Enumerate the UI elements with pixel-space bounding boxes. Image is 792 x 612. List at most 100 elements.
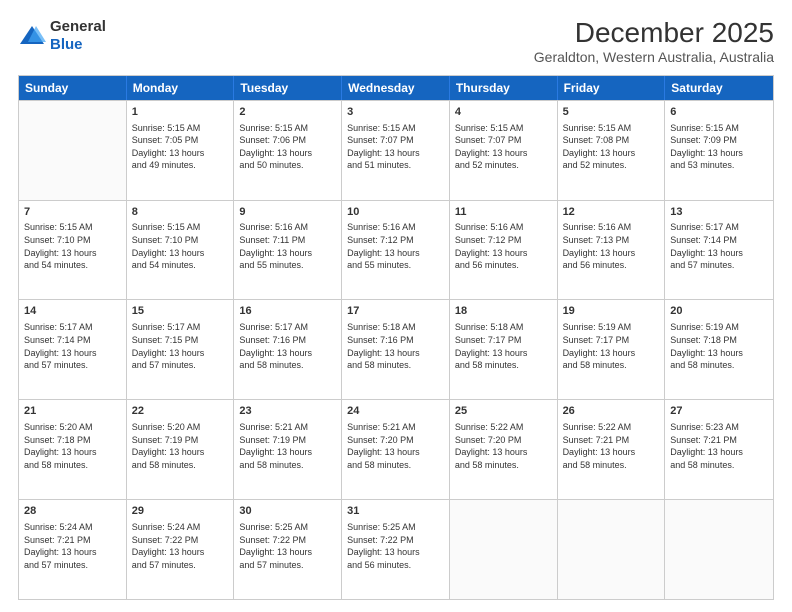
cell-info: Sunrise: 5:18 AMSunset: 7:17 PMDaylight:… bbox=[455, 321, 552, 371]
day-number: 18 bbox=[455, 304, 552, 319]
day-30: 30 Sunrise: 5:25 AMSunset: 7:22 PMDayligh… bbox=[234, 500, 342, 599]
day-31: 31 Sunrise: 5:25 AMSunset: 7:22 PMDayligh… bbox=[342, 500, 450, 599]
day-29: 29Sunrise: 5:24 AMSunset: 7:22 PMDayligh… bbox=[127, 500, 235, 599]
day-27: 27Sunrise: 5:23 AMSunset: 7:21 PMDayligh… bbox=[665, 400, 773, 499]
day-number: 11 bbox=[455, 205, 552, 220]
logo-icon bbox=[18, 22, 46, 50]
day-number: 5 bbox=[563, 105, 660, 120]
day-22: 22 Sunrise: 5:20 AMSunset: 7:19 PMDayligh… bbox=[127, 400, 235, 499]
day-number: 3 bbox=[347, 105, 444, 120]
day-28: 28Sunrise: 5:24 AMSunset: 7:21 PMDayligh… bbox=[19, 500, 127, 599]
day-number: 21 bbox=[24, 404, 121, 419]
cell-info: Sunrise: 5:15 AMSunset: 7:09 PMDaylight:… bbox=[670, 122, 768, 172]
logo-blue: Blue bbox=[50, 36, 106, 54]
cell-info: Sunrise: 5:15 AMSunset: 7:07 PMDaylight:… bbox=[455, 122, 552, 172]
day-number: 20 bbox=[670, 304, 768, 319]
cell-info: Sunrise: 5:16 AMSunset: 7:12 PMDaylight:… bbox=[347, 221, 444, 271]
cell-info: Sunrise: 5:17 AMSunset: 7:14 PMDaylight:… bbox=[24, 321, 121, 371]
day-number: 16 bbox=[239, 304, 336, 319]
week-row-4: 21 Sunrise: 5:20 AMSunset: 7:18 PMDayligh… bbox=[19, 399, 773, 499]
cell-info: Sunrise: 5:16 AMSunset: 7:13 PMDaylight:… bbox=[563, 221, 660, 271]
day-4: 4 Sunrise: 5:15 AMSunset: 7:07 PMDaylight… bbox=[450, 101, 558, 200]
day-21: 21 Sunrise: 5:20 AMSunset: 7:18 PMDayligh… bbox=[19, 400, 127, 499]
day-11: 11Sunrise: 5:16 AMSunset: 7:12 PMDayligh… bbox=[450, 201, 558, 300]
cell-info: Sunrise: 5:17 AMSunset: 7:14 PMDaylight:… bbox=[670, 221, 768, 271]
day-8: 8Sunrise: 5:15 AMSunset: 7:10 PMDaylight… bbox=[127, 201, 235, 300]
day-number: 14 bbox=[24, 304, 121, 319]
cell-info: Sunrise: 5:22 AMSunset: 7:21 PMDaylight:… bbox=[563, 421, 660, 471]
calendar-header: SundayMondayTuesdayWednesdayThursdayFrid… bbox=[19, 76, 773, 100]
cell-info: Sunrise: 5:15 AMSunset: 7:10 PMDaylight:… bbox=[132, 221, 229, 271]
cell-info: Sunrise: 5:16 AMSunset: 7:12 PMDaylight:… bbox=[455, 221, 552, 271]
day-number: 24 bbox=[347, 404, 444, 419]
header-tuesday: Tuesday bbox=[234, 76, 342, 100]
cell-info: Sunrise: 5:15 AMSunset: 7:10 PMDaylight:… bbox=[24, 221, 121, 271]
day-number: 25 bbox=[455, 404, 552, 419]
cell-info: Sunrise: 5:17 AMSunset: 7:15 PMDaylight:… bbox=[132, 321, 229, 371]
page: General Blue December 2025 Geraldton, We… bbox=[0, 0, 792, 612]
header: General Blue December 2025 Geraldton, We… bbox=[18, 18, 774, 65]
day-24: 24 Sunrise: 5:21 AMSunset: 7:20 PMDayligh… bbox=[342, 400, 450, 499]
cell-info: Sunrise: 5:21 AMSunset: 7:20 PMDaylight:… bbox=[347, 421, 444, 471]
day-10: 10Sunrise: 5:16 AMSunset: 7:12 PMDayligh… bbox=[342, 201, 450, 300]
day-number: 8 bbox=[132, 205, 229, 220]
cell-info: Sunrise: 5:20 AMSunset: 7:18 PMDaylight:… bbox=[24, 421, 121, 471]
day-number: 1 bbox=[132, 105, 229, 120]
empty-cell bbox=[665, 500, 773, 599]
day-15: 15Sunrise: 5:17 AMSunset: 7:15 PMDayligh… bbox=[127, 300, 235, 399]
day-number: 26 bbox=[563, 404, 660, 419]
day-number: 27 bbox=[670, 404, 768, 419]
header-thursday: Thursday bbox=[450, 76, 558, 100]
day-7: 7Sunrise: 5:15 AMSunset: 7:10 PMDaylight… bbox=[19, 201, 127, 300]
main-title: December 2025 bbox=[534, 18, 774, 49]
header-wednesday: Wednesday bbox=[342, 76, 450, 100]
cell-info: Sunrise: 5:22 AMSunset: 7:20 PMDaylight:… bbox=[455, 421, 552, 471]
day-6: 6 Sunrise: 5:15 AMSunset: 7:09 PMDaylight… bbox=[665, 101, 773, 200]
cell-info: Sunrise: 5:15 AMSunset: 7:05 PMDaylight:… bbox=[132, 122, 229, 172]
empty-cell bbox=[19, 101, 127, 200]
day-18: 18 Sunrise: 5:18 AMSunset: 7:17 PMDayligh… bbox=[450, 300, 558, 399]
cell-info: Sunrise: 5:16 AMSunset: 7:11 PMDaylight:… bbox=[239, 221, 336, 271]
title-block: December 2025 Geraldton, Western Austral… bbox=[534, 18, 774, 65]
day-1: 1 Sunrise: 5:15 AMSunset: 7:05 PMDaylight… bbox=[127, 101, 235, 200]
cell-info: Sunrise: 5:21 AMSunset: 7:19 PMDaylight:… bbox=[239, 421, 336, 471]
logo: General Blue bbox=[18, 18, 106, 54]
day-5: 5 Sunrise: 5:15 AMSunset: 7:08 PMDaylight… bbox=[558, 101, 666, 200]
cell-info: Sunrise: 5:15 AMSunset: 7:08 PMDaylight:… bbox=[563, 122, 660, 172]
logo-general: General bbox=[50, 18, 106, 36]
cell-info: Sunrise: 5:18 AMSunset: 7:16 PMDaylight:… bbox=[347, 321, 444, 371]
calendar-body: 1 Sunrise: 5:15 AMSunset: 7:05 PMDaylight… bbox=[19, 100, 773, 599]
day-number: 19 bbox=[563, 304, 660, 319]
day-number: 12 bbox=[563, 205, 660, 220]
header-friday: Friday bbox=[558, 76, 666, 100]
day-14: 14 Sunrise: 5:17 AMSunset: 7:14 PMDayligh… bbox=[19, 300, 127, 399]
day-20: 20Sunrise: 5:19 AMSunset: 7:18 PMDayligh… bbox=[665, 300, 773, 399]
cell-info: Sunrise: 5:20 AMSunset: 7:19 PMDaylight:… bbox=[132, 421, 229, 471]
cell-info: Sunrise: 5:25 AMSunset: 7:22 PMDaylight:… bbox=[347, 521, 444, 571]
day-number: 9 bbox=[239, 205, 336, 220]
cell-info: Sunrise: 5:24 AMSunset: 7:21 PMDaylight:… bbox=[24, 521, 121, 571]
calendar: SundayMondayTuesdayWednesdayThursdayFrid… bbox=[18, 75, 774, 600]
day-12: 12Sunrise: 5:16 AMSunset: 7:13 PMDayligh… bbox=[558, 201, 666, 300]
day-number: 30 bbox=[239, 504, 336, 519]
header-monday: Monday bbox=[127, 76, 235, 100]
header-sunday: Sunday bbox=[19, 76, 127, 100]
day-number: 13 bbox=[670, 205, 768, 220]
cell-info: Sunrise: 5:17 AMSunset: 7:16 PMDaylight:… bbox=[239, 321, 336, 371]
day-13: 13Sunrise: 5:17 AMSunset: 7:14 PMDayligh… bbox=[665, 201, 773, 300]
day-number: 22 bbox=[132, 404, 229, 419]
cell-info: Sunrise: 5:15 AMSunset: 7:07 PMDaylight:… bbox=[347, 122, 444, 172]
day-23: 23Sunrise: 5:21 AMSunset: 7:19 PMDayligh… bbox=[234, 400, 342, 499]
cell-info: Sunrise: 5:25 AMSunset: 7:22 PMDaylight:… bbox=[239, 521, 336, 571]
day-number: 29 bbox=[132, 504, 229, 519]
day-number: 10 bbox=[347, 205, 444, 220]
header-saturday: Saturday bbox=[665, 76, 773, 100]
day-number: 6 bbox=[670, 105, 768, 120]
cell-info: Sunrise: 5:19 AMSunset: 7:17 PMDaylight:… bbox=[563, 321, 660, 371]
day-19: 19 Sunrise: 5:19 AMSunset: 7:17 PMDayligh… bbox=[558, 300, 666, 399]
day-number: 4 bbox=[455, 105, 552, 120]
empty-cell bbox=[558, 500, 666, 599]
subtitle: Geraldton, Western Australia, Australia bbox=[534, 49, 774, 65]
day-number: 31 bbox=[347, 504, 444, 519]
week-row-1: 1 Sunrise: 5:15 AMSunset: 7:05 PMDaylight… bbox=[19, 100, 773, 200]
